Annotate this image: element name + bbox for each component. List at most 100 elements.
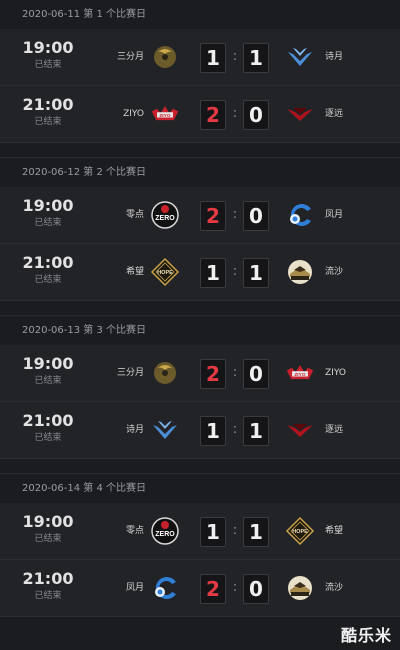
match-day-header: 2020-06-13 第 3 个比赛日	[0, 315, 400, 345]
svg-text:ZERO: ZERO	[155, 531, 175, 538]
liusha-logo[interactable]	[285, 573, 315, 603]
match-status: 已结束	[34, 534, 62, 544]
ziyo-logo[interactable]: ZIYO	[285, 358, 315, 388]
zero-logo[interactable]: ZERO	[150, 200, 180, 230]
left-team-name[interactable]: ZIYO	[123, 86, 144, 142]
match-status: 已结束	[34, 591, 62, 601]
left-team-score: 2	[200, 100, 226, 130]
match-time-block: 21:00 已结束	[18, 411, 78, 445]
match-status: 已结束	[34, 275, 62, 285]
left-team-name[interactable]: 零点	[126, 503, 144, 559]
day-gap	[0, 143, 400, 157]
right-team-score: 1	[243, 517, 269, 547]
left-team-score: 1	[200, 517, 226, 547]
right-team-name[interactable]: 逐远	[325, 402, 343, 458]
liusha-logo[interactable]	[285, 257, 315, 287]
left-team-name[interactable]: 希望	[126, 244, 144, 300]
match-time: 19:00	[22, 512, 74, 531]
left-team-score: 2	[200, 574, 226, 604]
right-team-score: 1	[243, 416, 269, 446]
match-time-block: 21:00 已结束	[18, 95, 78, 129]
left-team-score: 1	[200, 258, 226, 288]
score-separator: :	[232, 580, 238, 595]
svg-text:ZIYO: ZIYO	[159, 113, 171, 119]
score-separator: :	[232, 264, 238, 279]
match-time-block: 19:00 已结束	[18, 354, 78, 388]
match-day-header: 2020-06-14 第 4 个比赛日	[0, 473, 400, 503]
svg-text:ZERO: ZERO	[155, 215, 175, 222]
score-separator: :	[232, 523, 238, 538]
left-team-name[interactable]: 诗月	[126, 402, 144, 458]
match-day-header: 2020-06-11 第 1 个比赛日	[0, 0, 400, 29]
match-row[interactable]: 21:00 已结束 ZIYO ZIYO 2:0 逐远	[0, 86, 400, 143]
match-row[interactable]: 21:00 已结束 希望 HOPE 1:1 流沙	[0, 244, 400, 301]
left-team-score: 1	[200, 43, 226, 73]
zhuyuan-logo[interactable]	[285, 415, 315, 445]
right-team-name[interactable]: 凤月	[325, 187, 343, 243]
match-time: 19:00	[22, 354, 74, 373]
svg-text:HOPE: HOPE	[157, 270, 173, 276]
day-gap	[0, 301, 400, 315]
right-team-name[interactable]: 希望	[325, 503, 343, 559]
svg-text:ZIYO: ZIYO	[294, 372, 306, 378]
match-time: 21:00	[22, 569, 74, 588]
match-time-block: 19:00 已结束	[18, 512, 78, 546]
fengyue-logo[interactable]	[285, 200, 315, 230]
match-status: 已结束	[34, 60, 62, 70]
match-status: 已结束	[34, 117, 62, 127]
score-separator: :	[232, 106, 238, 121]
match-time-block: 19:00 已结束	[18, 38, 78, 72]
match-day-header: 2020-06-12 第 2 个比赛日	[0, 157, 400, 187]
left-team-score: 2	[200, 201, 226, 231]
right-team-name[interactable]: 流沙	[325, 560, 343, 616]
match-row[interactable]: 19:00 已结束 三分月 1:1 诗月	[0, 29, 400, 86]
score-separator: :	[232, 49, 238, 64]
match-time: 19:00	[22, 38, 74, 57]
right-team-name[interactable]: 流沙	[325, 244, 343, 300]
right-team-score: 0	[243, 359, 269, 389]
score-separator: :	[232, 422, 238, 437]
match-time: 21:00	[22, 411, 74, 430]
match-time-block: 19:00 已结束	[18, 196, 78, 230]
match-status: 已结束	[34, 218, 62, 228]
match-time: 19:00	[22, 196, 74, 215]
svg-text:HOPE: HOPE	[292, 529, 308, 535]
right-team-score: 1	[243, 258, 269, 288]
score-separator: :	[232, 207, 238, 222]
match-status: 已结束	[34, 433, 62, 443]
right-team-score: 0	[243, 574, 269, 604]
left-team-name[interactable]: 零点	[126, 187, 144, 243]
hope-logo[interactable]: HOPE	[285, 516, 315, 546]
zhuyuan-logo[interactable]	[285, 99, 315, 129]
match-time: 21:00	[22, 95, 74, 114]
ziyo-logo[interactable]: ZIYO	[150, 99, 180, 129]
match-row[interactable]: 19:00 已结束 零点 ZERO 1:1 HOPE 希望	[0, 503, 400, 560]
right-team-name[interactable]: 逐远	[325, 86, 343, 142]
day-gap	[0, 459, 400, 473]
zero-logo[interactable]: ZERO	[150, 516, 180, 546]
match-row[interactable]: 19:00 已结束 零点 ZERO 2:0 凤月	[0, 187, 400, 244]
right-team-name[interactable]: 诗月	[325, 29, 343, 85]
match-time-block: 21:00 已结束	[18, 253, 78, 287]
right-team-score: 0	[243, 201, 269, 231]
right-team-score: 0	[243, 100, 269, 130]
match-time-block: 21:00 已结束	[18, 569, 78, 603]
sanfenyue-logo[interactable]	[150, 42, 180, 72]
score-separator: :	[232, 365, 238, 380]
left-team-name[interactable]: 三分月	[117, 29, 144, 85]
match-row[interactable]: 21:00 已结束 凤月 2:0 流沙	[0, 560, 400, 617]
match-row[interactable]: 21:00 已结束 诗月 1:1 逐远	[0, 402, 400, 459]
match-time: 21:00	[22, 253, 74, 272]
match-row[interactable]: 19:00 已结束 三分月 2:0 ZIYO ZIYO	[0, 345, 400, 402]
right-team-name[interactable]: ZIYO	[325, 345, 346, 401]
right-team-score: 1	[243, 43, 269, 73]
left-team-name[interactable]: 三分月	[117, 345, 144, 401]
hope-logo[interactable]: HOPE	[150, 257, 180, 287]
shiyue-logo[interactable]	[285, 42, 315, 72]
left-team-name[interactable]: 凤月	[126, 560, 144, 616]
match-status: 已结束	[34, 376, 62, 386]
shiyue-logo[interactable]	[150, 415, 180, 445]
left-team-score: 1	[200, 416, 226, 446]
fengyue-logo[interactable]	[150, 573, 180, 603]
sanfenyue-logo[interactable]	[150, 358, 180, 388]
